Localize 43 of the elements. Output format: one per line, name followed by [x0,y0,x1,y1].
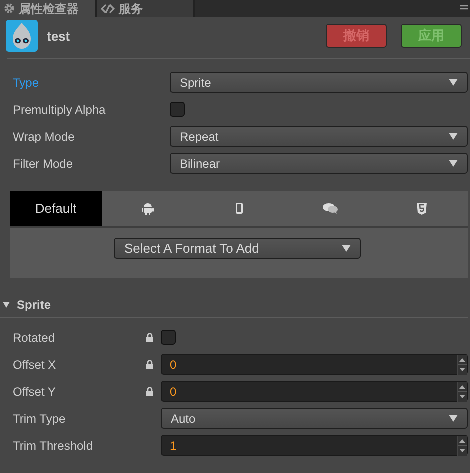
dropdown[interactable]: Repeat [170,126,468,147]
android-icon [142,202,154,215]
property-label: Offset X [12,358,58,372]
lock-icon[interactable] [146,333,154,342]
app-logo-icon [6,20,38,52]
panel-tab[interactable]: 服务 [97,0,195,17]
gear-icon [4,3,15,14]
menu-icon[interactable] [460,5,468,11]
number-field[interactable]: 1 [161,435,468,456]
platform-tab[interactable]: Default [10,191,102,226]
spinner-icon[interactable] [457,436,467,456]
section-header[interactable]: Sprite [0,292,468,318]
property-label: Premultiply Alpha [12,102,107,116]
property-label: Trim Type [12,412,67,426]
caret-icon [449,160,458,167]
property-label: Trim Threshold [12,438,94,452]
property-label: Type [12,76,40,90]
asset-name: test [47,28,70,44]
number-field[interactable]: 0 [161,354,468,375]
lock-icon[interactable] [146,387,154,396]
caret-icon [3,302,10,308]
dropdown[interactable]: Auto [161,408,468,429]
property-label: Wrap Mode [12,130,76,144]
property-label: Offset Y [12,384,57,398]
dropdown[interactable]: Bilinear [170,153,468,174]
caret-icon [449,79,458,86]
spinner-icon[interactable] [457,354,467,374]
property-label: Filter Mode [12,156,74,170]
html5-icon [417,202,428,214]
checkbox[interactable] [170,102,185,117]
caret-icon [449,415,458,422]
panel-tab[interactable]: 属性检查器 [0,0,97,17]
chat-icon [323,203,338,214]
number-field[interactable]: 0 [161,381,468,402]
format-dropdown[interactable]: Select A Format To Add [114,238,360,259]
caret-icon [342,245,350,252]
checkbox[interactable] [161,330,176,345]
phone-icon [236,203,243,214]
property-label: Rotated [12,330,56,344]
dropdown[interactable]: Sprite [170,72,468,93]
lock-icon[interactable] [146,360,154,369]
caret-icon [449,133,458,140]
spinner-icon[interactable] [457,382,467,402]
